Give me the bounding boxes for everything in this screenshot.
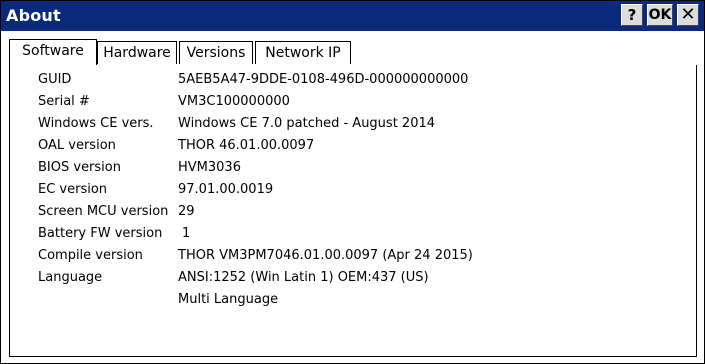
info-value: ANSI:1252 (Win Latin 1) OEM:437 (US)	[178, 270, 429, 285]
info-label: Screen MCU version	[38, 204, 169, 219]
info-value: HVM3036	[178, 160, 241, 175]
info-row-oal: OAL version THOR 46.01.00.0097	[10, 135, 696, 157]
tab-network-ip[interactable]: Network IP	[255, 41, 351, 64]
title-bar: About ? OK ✕	[1, 1, 704, 31]
tab-versions[interactable]: Versions	[179, 41, 253, 64]
info-label: OAL version	[38, 138, 116, 153]
info-row-compile: Compile version THOR VM3PM7046.01.00.009…	[10, 245, 696, 267]
info-row-screen-mcu: Screen MCU version 29	[10, 201, 696, 223]
info-label: BIOS version	[38, 160, 121, 175]
info-row-bios: BIOS version HVM3036	[10, 157, 696, 179]
info-label: GUID	[38, 72, 72, 87]
info-row-battery-fw: Battery FW version 1	[10, 223, 696, 245]
info-value: 1	[182, 226, 191, 241]
info-value: THOR VM3PM7046.01.00.0097 (Apr 24 2015)	[178, 248, 473, 263]
info-value: 29	[178, 204, 195, 219]
info-value: Windows CE 7.0 patched - August 2014	[178, 116, 436, 131]
dialog-title: About	[6, 6, 61, 25]
info-value: THOR 46.01.00.0097	[178, 138, 315, 153]
help-button[interactable]: ?	[621, 4, 643, 26]
info-label: Language	[38, 270, 103, 285]
language-extra: Multi Language	[178, 292, 279, 307]
about-dialog: About ? OK ✕ Software Hardware Versions …	[0, 0, 705, 364]
close-button[interactable]: ✕	[677, 4, 699, 26]
software-panel: GUID 5AEB5A47-9DDE-0108-496D-00000000000…	[9, 65, 697, 357]
info-label: Compile version	[38, 248, 143, 263]
info-value: 5AEB5A47-9DDE-0108-496D-000000000000	[178, 72, 469, 87]
info-value: 97.01.00.0019	[178, 182, 274, 197]
info-label: Serial #	[38, 94, 90, 109]
tab-hardware[interactable]: Hardware	[97, 41, 177, 64]
info-label: Windows CE vers.	[38, 116, 154, 131]
info-row-ec: EC version 97.01.00.0019	[10, 179, 696, 201]
info-label: EC version	[38, 182, 108, 197]
tab-software[interactable]: Software	[9, 39, 97, 65]
info-row-guid: GUID 5AEB5A47-9DDE-0108-496D-00000000000…	[10, 69, 696, 91]
info-value: VM3C100000000	[178, 94, 290, 109]
info-row-language: Language ANSI:1252 (Win Latin 1) OEM:437…	[10, 267, 696, 289]
info-row-wince: Windows CE vers. Windows CE 7.0 patched …	[10, 113, 696, 135]
info-row-serial: Serial # VM3C100000000	[10, 91, 696, 113]
ok-button[interactable]: OK	[647, 4, 673, 26]
info-label: Battery FW version	[38, 226, 163, 241]
